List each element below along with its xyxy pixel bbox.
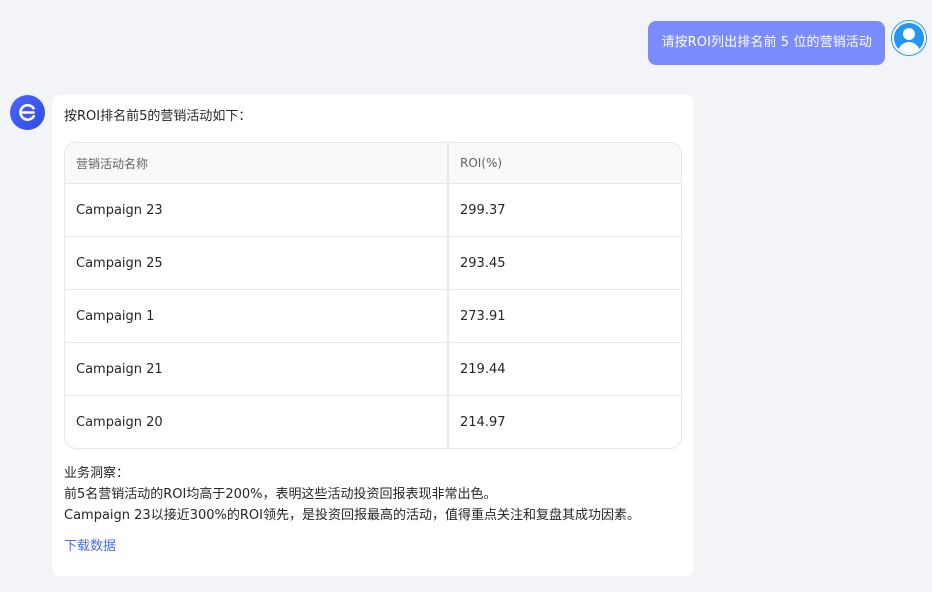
download-data-link[interactable]: 下载数据 [64,535,116,554]
table-row: Campaign 23 299.37 [65,183,681,237]
campaign-name-cell: Campaign 23 [65,183,449,237]
insight-line: 前5名营销活动的ROI均高于200%，表明这些活动投资回报表现非常出色。 [64,487,497,502]
user-avatar-icon [892,21,926,55]
roi-cell: 214.97 [460,414,506,430]
roi-cell: 299.37 [448,183,681,237]
campaign-name-cell: Campaign 1 [65,289,449,343]
business-insights: 业务洞察： 前5名营销活动的ROI均高于200%，表明这些活动投资回报表现非常出… [64,463,682,526]
table-row: Campaign 25 293.45 [65,236,681,290]
assistant-intro-text: 按ROI排名前5的营销活动如下： [64,109,252,124]
insight-line: Campaign 23以接近300%的ROI领先，是投资回报最高的活动，值得重点… [64,508,640,523]
assistant-logo-icon [10,95,45,130]
roi-cell: 293.45 [448,236,681,290]
insights-title: 业务洞察： [64,466,130,481]
campaign-name-cell: Campaign 25 [65,236,449,290]
campaign-name-cell: Campaign 20 [65,395,449,448]
user-message-row: 请按ROI列出排名前 5 位的营销活动 [648,21,926,65]
assistant-message-card: 按ROI排名前5的营销活动如下： 营销活动名称 ROI(%) Campaign … [52,95,694,576]
column-header-campaign-name: 营销活动名称 [65,143,449,184]
roi-cell: 273.91 [448,289,681,343]
column-header-roi: ROI(%) [448,143,681,184]
table-row: Campaign 20 214.97 [65,395,681,448]
table-header-row: 营销活动名称 ROI(%) [65,143,681,184]
table-row: Campaign 1 273.91 [65,289,681,343]
roi-cell: 219.44 [448,342,681,396]
table-row: Campaign 21 219.44 [65,342,681,396]
user-message-bubble: 请按ROI列出排名前 5 位的营销活动 [648,21,885,65]
campaign-name-cell: Campaign 21 [65,342,449,396]
results-table: 营销活动名称 ROI(%) Campaign 23 299.37 Campaig… [64,142,682,449]
